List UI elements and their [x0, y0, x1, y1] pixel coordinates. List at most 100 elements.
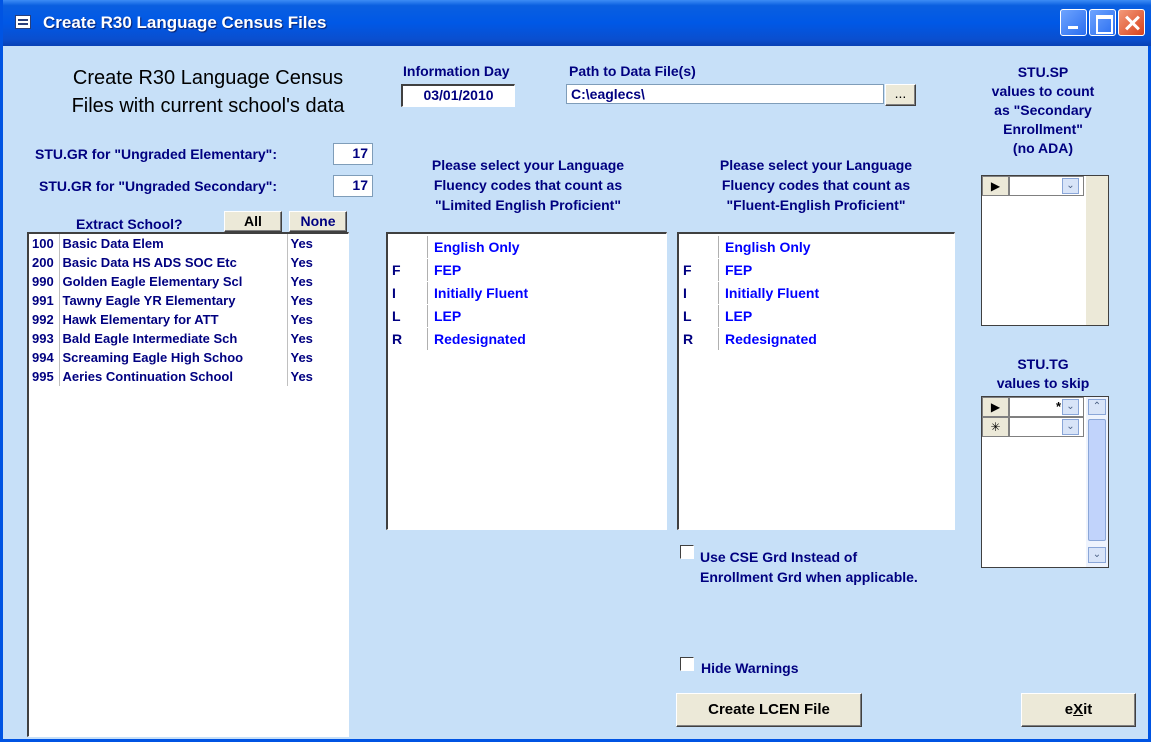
fep-description: English Only [725, 239, 811, 255]
ungraded-elementary-input[interactable]: 17 [333, 143, 373, 165]
table-row[interactable]: 994 Screaming Eagle High Schoo Yes [29, 348, 347, 367]
lep-line-2: Fluency codes that count as [433, 177, 623, 193]
lep-line-3: "Limited English Proficient" [435, 197, 621, 213]
lep-description: FEP [434, 262, 462, 278]
minimize-button[interactable] [1060, 9, 1087, 36]
table-row[interactable]: 991 Tawny Eagle YR Elementary Yes [29, 291, 347, 310]
ungraded-secondary-label: STU.GR for "Ungraded Secondary": [39, 178, 278, 194]
lep-code: R [392, 328, 428, 350]
lep-list-item[interactable]: English Only [388, 236, 666, 259]
fep-description: Redesignated [725, 331, 817, 347]
table-row[interactable]: 995 Aeries Continuation School Yes [29, 367, 347, 386]
scroll-thumb[interactable] [1088, 419, 1106, 541]
lep-list-item[interactable]: R Redesignated [388, 328, 666, 351]
fep-list-item[interactable]: I Initially Fluent [679, 282, 954, 305]
exit-label-mnemonic: X [1073, 701, 1084, 718]
information-day-input[interactable]: 03/01/2010 [401, 84, 515, 107]
hide-warnings-label: Hide Warnings [701, 660, 799, 676]
information-day-label: Information Day [403, 63, 510, 79]
school-name-cell: Basic Data Elem [58, 234, 288, 253]
stu-tg-record-selector[interactable]: ▶ [982, 397, 1009, 417]
fep-code: F [683, 259, 719, 281]
fep-code: R [683, 328, 719, 350]
use-cse-grade-checkbox[interactable] [680, 545, 694, 559]
school-name-cell: Tawny Eagle YR Elementary [58, 291, 288, 310]
stu-sp-line-4: Enrollment" [1003, 121, 1083, 137]
exit-button[interactable]: eXit [1021, 693, 1136, 727]
stu-sp-line-2: values to count [991, 83, 1095, 99]
hide-warnings-checkbox[interactable] [680, 657, 694, 671]
fep-line-3: "Fluent-English Proficient" [726, 197, 906, 213]
lep-code-list[interactable]: English Only F FEP I Initially Fluent L LEP R Re… [386, 232, 667, 530]
path-label: Path to Data File(s) [569, 63, 696, 79]
fep-list-item[interactable]: F FEP [679, 259, 954, 282]
fep-description: Initially Fluent [725, 285, 820, 301]
stu-tg-line-1: STU.TG [1017, 356, 1069, 372]
lep-list-item[interactable]: I Initially Fluent [388, 282, 666, 305]
scroll-down-icon[interactable]: ⌄ [1088, 547, 1106, 563]
lep-code: I [392, 282, 428, 304]
stu-tg-dropdown-icon[interactable]: ⌄ [1062, 399, 1079, 415]
fep-code-list[interactable]: English Only F FEP I Initially Fluent L LEP R Re… [677, 232, 955, 530]
stu-sp-record-selector[interactable]: ▶ [982, 176, 1009, 196]
school-extract-cell: Yes [290, 255, 313, 270]
table-row[interactable]: 993 Bald Eagle Intermediate Sch Yes [29, 329, 347, 348]
lep-list-item[interactable]: L LEP [388, 305, 666, 328]
main-window: Create R30 Language Census Files Create … [0, 0, 1151, 742]
table-row[interactable]: 100 Basic Data Elem Yes [29, 234, 347, 253]
school-extract-cell: Yes [290, 331, 313, 346]
school-name-cell: Screaming Eagle High Schoo [58, 348, 288, 367]
stu-tg-new-dropdown-icon[interactable]: ⌄ [1062, 419, 1079, 435]
lep-instructions: Please select your Language Fluency code… [388, 155, 668, 215]
lep-description: Redesignated [434, 331, 526, 347]
stu-tg-label: STU.TG values to skip [968, 355, 1118, 393]
school-extract-cell: Yes [290, 236, 313, 251]
stu-sp-dropdown-icon[interactable]: ⌄ [1062, 178, 1079, 194]
table-row[interactable]: 992 Hawk Elementary for ATT Yes [29, 310, 347, 329]
title-bar[interactable]: Create R30 Language Census Files [3, 0, 1151, 46]
school-extract-cell: Yes [290, 369, 313, 384]
lep-list-item[interactable]: F FEP [388, 259, 666, 282]
create-lcen-file-button[interactable]: Create LCEN File [676, 693, 862, 727]
school-extract-cell: Yes [290, 274, 313, 289]
path-input[interactable]: C:\eaglecs\ [566, 84, 884, 104]
fep-list-item[interactable]: L LEP [679, 305, 954, 328]
select-all-button[interactable]: All [224, 211, 282, 232]
school-list[interactable]: 100 Basic Data Elem Yes 200 Basic Data HS AD… [27, 232, 349, 737]
lep-description: LEP [434, 308, 462, 324]
table-row[interactable]: 200 Basic Data HS ADS SOC Etc Yes [29, 253, 347, 272]
table-row[interactable]: 990 Golden Eagle Elementary Scl Yes [29, 272, 347, 291]
school-code-cell: 200 [32, 255, 54, 270]
fep-description: LEP [725, 308, 753, 324]
fep-list-item[interactable]: English Only [679, 236, 954, 259]
scroll-up-icon[interactable]: ⌃ [1088, 399, 1106, 415]
stu-tg-new-record-selector[interactable]: ✳ [982, 417, 1009, 437]
fep-list-item[interactable]: R Redesignated [679, 328, 954, 351]
lep-code: L [392, 305, 428, 327]
stu-tg-scrollbar[interactable]: ⌃ ⌄ [1086, 397, 1108, 567]
ungraded-secondary-input[interactable]: 17 [333, 175, 373, 197]
close-button[interactable] [1118, 9, 1145, 36]
lep-line-1: Please select your Language [431, 157, 625, 173]
heading-line-2: Files with current school's data [71, 95, 345, 117]
browse-button[interactable]: ... [885, 84, 916, 106]
school-table: 100 Basic Data Elem Yes 200 Basic Data HS AD… [29, 234, 347, 386]
form-icon [15, 15, 31, 29]
exit-label-post: it [1083, 701, 1093, 718]
fep-description: FEP [725, 262, 753, 278]
cse-line-2: Enrollment Grd when applicable. [700, 569, 918, 585]
exit-label-pre: e [1064, 701, 1074, 718]
school-name-cell: Hawk Elementary for ATT [58, 310, 288, 329]
use-cse-grade-label: Use CSE Grd Instead of Enrollment Grd wh… [700, 547, 918, 587]
stu-tg-line-2: values to skip [996, 375, 1090, 391]
lep-code [392, 236, 428, 258]
school-code-cell: 995 [32, 369, 54, 384]
maximize-button[interactable] [1089, 9, 1116, 36]
school-extract-cell: Yes [290, 350, 313, 365]
form-heading: Create R30 Language Census Files with cu… [28, 64, 388, 120]
stu-sp-subform[interactable]: ▶ ⌄ [981, 175, 1109, 326]
select-none-button[interactable]: None [289, 211, 347, 232]
stu-tg-subform[interactable]: ▶ * ⌄ ✳ ⌄ ⌃ ⌄ [981, 396, 1109, 568]
school-name-cell: Aeries Continuation School [58, 367, 288, 386]
cse-line-1: Use CSE Grd Instead of [700, 549, 858, 565]
